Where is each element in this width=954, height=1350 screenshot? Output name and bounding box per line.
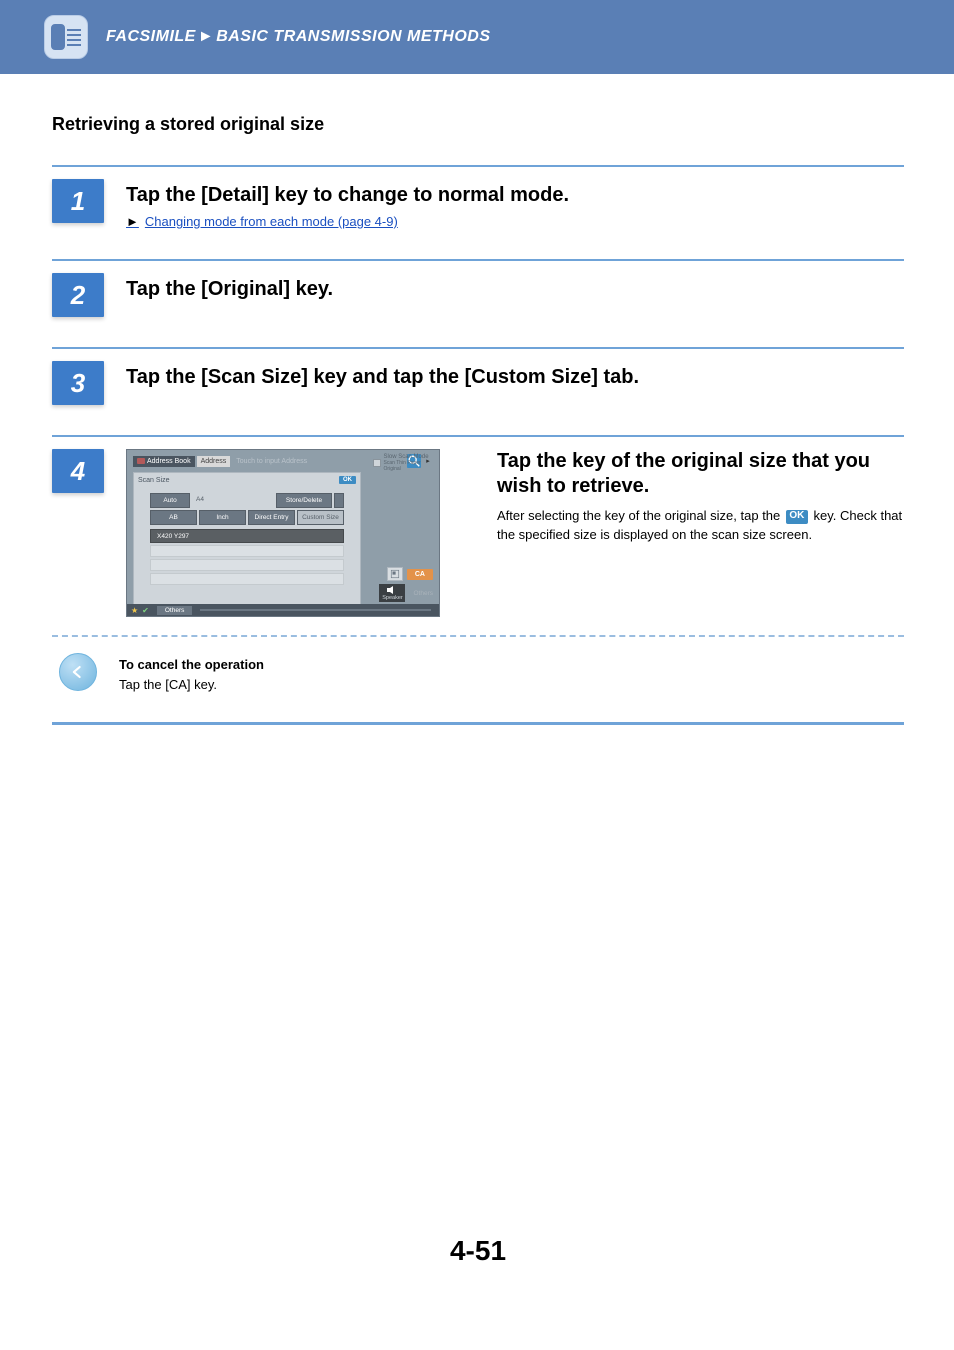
divider [52,435,904,437]
mfp-address-tab[interactable]: Address [197,456,231,467]
step-heading: Tap the [Scan Size] key and tap the [Cus… [126,365,904,390]
step-number-badge: 3 [52,361,104,405]
tab-inch[interactable]: Inch [199,510,246,525]
panel-title: Scan Size [138,477,170,484]
back-arrow-circle-icon [59,653,97,691]
stored-size-button[interactable]: X420 Y297 [150,529,344,543]
tab-direct-entry[interactable]: Direct Entry [248,510,295,525]
mfp-side-option[interactable]: Slow Scan Mode Scan Thin Paper Original [373,453,435,473]
step-heading: Tap the [Original] key. [126,277,904,302]
check-icon[interactable]: ✔ [142,606,149,615]
detected-size-label: A4 [192,493,274,508]
section-title: Retrieving a stored original size [52,114,904,135]
mfp-address-book-tab[interactable]: Address Book [133,456,195,467]
step-number-badge: 4 [52,449,104,493]
step-cross-reference-link[interactable]: ► Changing mode from each mode (page 4-9) [126,214,904,229]
mfp-screenshot: Address Book Address Touch to input Addr… [126,449,440,617]
divider [52,347,904,349]
step-number-badge: 1 [52,179,104,223]
others-button[interactable]: Others [157,606,193,615]
orientation-icon[interactable] [334,493,344,508]
note-title: To cancel the operation [119,655,264,675]
divider [52,722,904,725]
link-text: Changing mode from each mode (page 4-9) [145,214,398,229]
breadcrumb-item-1[interactable]: FACSIMILE [106,28,196,45]
step-heading: Tap the [Detail] key to change to normal… [126,183,904,208]
step-4: 4 Address Book Address Touch to input Ad… [52,449,904,617]
stored-size-slot-empty[interactable] [150,559,344,571]
cancel-note: To cancel the operation Tap the [CA] key… [52,653,904,694]
address-book-icon [137,458,145,464]
bottom-bar-track [200,609,431,611]
breadcrumb: FACSIMILE BASIC TRANSMISSION METHODS [106,28,491,46]
ca-button[interactable]: CA [407,569,433,580]
divider [52,259,904,261]
speaker-button[interactable]: Speaker [379,584,405,602]
link-arrow-icon: ► [126,214,139,229]
ok-key-icon: OK [786,510,808,524]
note-text: Tap the [CA] key. [119,675,264,695]
auto-button[interactable]: Auto [150,493,190,508]
step-2: 2 Tap the [Original] key. [52,273,904,317]
preview-icon[interactable] [387,567,403,581]
star-icon[interactable]: ★ [131,606,138,615]
facsimile-section-icon [44,15,88,59]
panel-ok-button[interactable]: OK [339,476,356,484]
side-option-sub: Scan Thin Paper Original [384,460,435,472]
tab-custom-size[interactable]: Custom Size [297,510,344,525]
store-delete-button[interactable]: Store/Delete [276,493,332,508]
page-number: 4-51 [52,1235,904,1297]
header-bar: FACSIMILE BASIC TRANSMISSION METHODS [0,0,954,74]
stored-size-slot-empty[interactable] [150,573,344,585]
breadcrumb-item-2[interactable]: BASIC TRANSMISSION METHODS [216,28,490,45]
divider [52,165,904,167]
step-3: 3 Tap the [Scan Size] key and tap the [C… [52,361,904,405]
step-heading: Tap the key of the original size that yo… [497,449,904,499]
step-1: 1 Tap the [Detail] key to change to norm… [52,179,904,229]
step-number-badge: 2 [52,273,104,317]
breadcrumb-separator-icon [196,28,216,45]
ghost-label: Others [413,590,433,597]
checkbox-icon[interactable] [373,459,381,467]
dashed-divider [52,635,904,637]
stored-size-slot-empty[interactable] [150,545,344,557]
mfp-scan-size-panel: Scan Size OK Auto A4 Store/Delete AB Inc… [133,472,361,606]
tab-ab[interactable]: AB [150,510,197,525]
step-description: After selecting the key of the original … [497,507,904,545]
